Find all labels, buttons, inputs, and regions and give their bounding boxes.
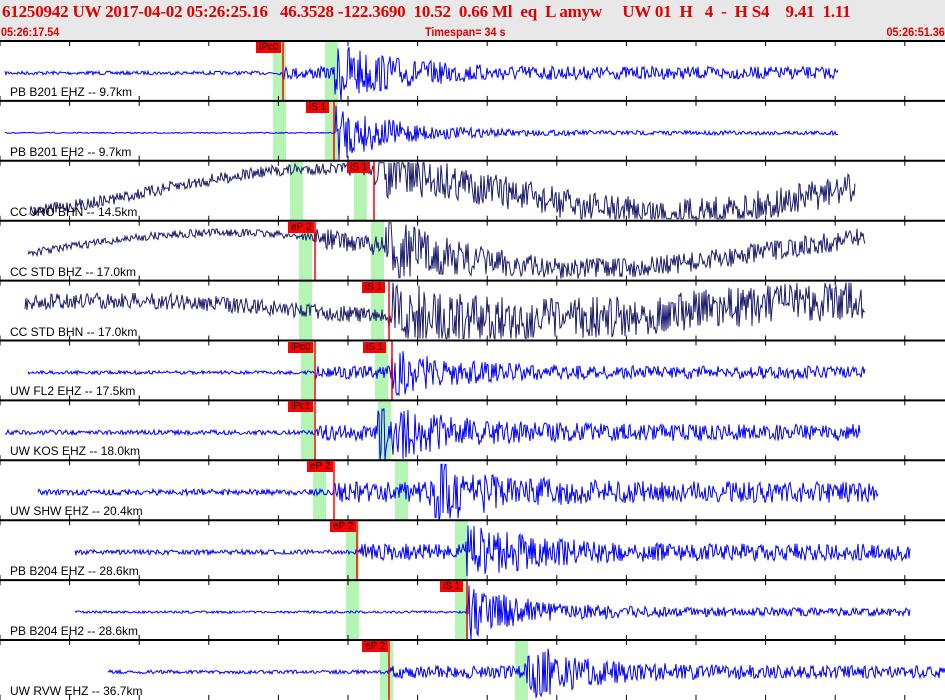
pick-label[interactable]: iS 1 xyxy=(363,341,387,353)
waveform-trace xyxy=(24,282,866,340)
pick-window xyxy=(273,100,286,161)
channel-label: PB B204 EH2 -- 28.6km xyxy=(10,624,139,638)
waveform-trace xyxy=(37,463,879,521)
pick-label[interactable]: iPc0 xyxy=(288,341,314,353)
waveform-trace xyxy=(29,161,856,221)
channel-label: UW FL2 EHZ -- 17.5km xyxy=(10,384,136,399)
seismogram-panels[interactable] xyxy=(0,0,945,700)
channel-label: UW SHW EHZ -- 20.4km xyxy=(10,504,143,519)
waveform-trace xyxy=(27,351,866,397)
pick-label[interactable]: iS 1 xyxy=(440,581,464,593)
pick-label[interactable]: eP 2 xyxy=(288,221,315,233)
waveform-trace xyxy=(27,222,866,279)
pick-label[interactable]: eP 2 xyxy=(307,461,334,473)
channel-label: PB B201 EHZ -- 9.7km xyxy=(10,84,133,99)
pick-label[interactable]: iS 1 xyxy=(362,281,386,293)
waveform-trace xyxy=(74,525,911,577)
pick-label[interactable]: iPc0 xyxy=(256,42,282,53)
channel-label: UW KOS EHZ -- 18.0km xyxy=(10,444,141,459)
channel-label: CC STD BHN -- 17.0km xyxy=(10,324,138,339)
pick-window xyxy=(346,580,359,640)
pick-label[interactable]: eP 2 xyxy=(362,641,389,652)
channel-label: CC STD BHZ -- 17.0km xyxy=(10,264,137,279)
pick-label[interactable]: iPc1 xyxy=(288,401,314,413)
channel-label: PB B204 EHZ -- 28.6km xyxy=(10,564,139,579)
pick-label[interactable]: iS 1 xyxy=(306,101,330,113)
channel-label: CC JRO BHN -- 14.5km xyxy=(10,204,138,219)
channel-label: PB B201 EH2 -- 9.7km xyxy=(10,144,132,159)
pick-label[interactable]: eP 2 xyxy=(330,521,357,533)
pick-label[interactable]: iS 1 xyxy=(347,161,371,173)
channel-label: UW RVW EHZ -- 36.7km xyxy=(10,683,143,698)
waveform-trace xyxy=(74,585,911,640)
